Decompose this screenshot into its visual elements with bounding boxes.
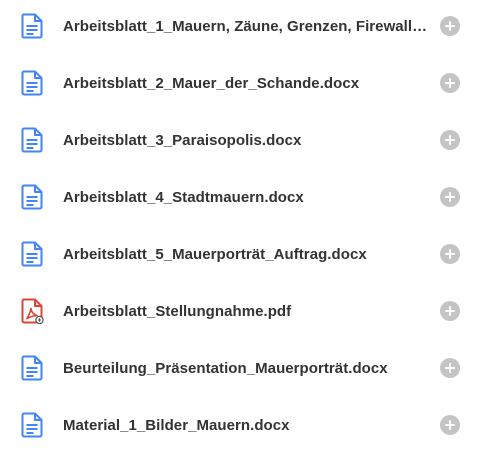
word-document-icon — [21, 13, 43, 39]
word-document-icon — [21, 355, 43, 381]
file-name[interactable]: Beurteilung_Präsentation_Mauerporträt.do… — [63, 360, 435, 377]
file-name[interactable]: Arbeitsblatt_Stellungnahme.pdf — [63, 303, 435, 320]
file-name[interactable]: Arbeitsblatt_3_Paraisopolis.docx — [63, 132, 435, 149]
add-button[interactable] — [440, 244, 460, 264]
pdf-document-icon — [21, 298, 44, 324]
add-button[interactable] — [440, 415, 460, 435]
file-name[interactable]: Material_1_Bilder_Mauern.docx — [63, 417, 435, 434]
file-name[interactable]: Arbeitsblatt_2_Mauer_der_Schande.docx — [63, 75, 435, 92]
word-document-icon — [21, 127, 43, 153]
add-button[interactable] — [440, 187, 460, 207]
file-row[interactable]: Arbeitsblatt_5_Mauerporträt_Auftrag.docx — [0, 226, 480, 282]
file-row[interactable]: Material_1_Bilder_Mauern.docx — [0, 397, 480, 453]
file-row[interactable]: Arbeitsblatt_3_Paraisopolis.docx — [0, 112, 480, 168]
file-row[interactable]: Arbeitsblatt_2_Mauer_der_Schande.docx — [0, 55, 480, 111]
word-document-icon — [21, 241, 43, 267]
file-name[interactable]: Arbeitsblatt_1_Mauern, Zäune, Grenzen, F… — [63, 18, 435, 35]
add-button[interactable] — [440, 301, 460, 321]
word-document-icon — [21, 70, 43, 96]
file-row[interactable]: Beurteilung_Präsentation_Mauerporträt.do… — [0, 340, 480, 396]
add-button[interactable] — [440, 130, 460, 150]
word-document-icon — [21, 412, 43, 438]
file-name[interactable]: Arbeitsblatt_4_Stadtmauern.docx — [63, 189, 435, 206]
file-row[interactable]: Arbeitsblatt_1_Mauern, Zäune, Grenzen, F… — [0, 0, 480, 54]
word-document-icon — [21, 184, 43, 210]
file-name[interactable]: Arbeitsblatt_5_Mauerporträt_Auftrag.docx — [63, 246, 435, 263]
file-row[interactable]: Arbeitsblatt_Stellungnahme.pdf — [0, 283, 480, 339]
add-button[interactable] — [440, 16, 460, 36]
add-button[interactable] — [440, 73, 460, 93]
file-row[interactable]: Arbeitsblatt_4_Stadtmauern.docx — [0, 169, 480, 225]
add-button[interactable] — [440, 358, 460, 378]
